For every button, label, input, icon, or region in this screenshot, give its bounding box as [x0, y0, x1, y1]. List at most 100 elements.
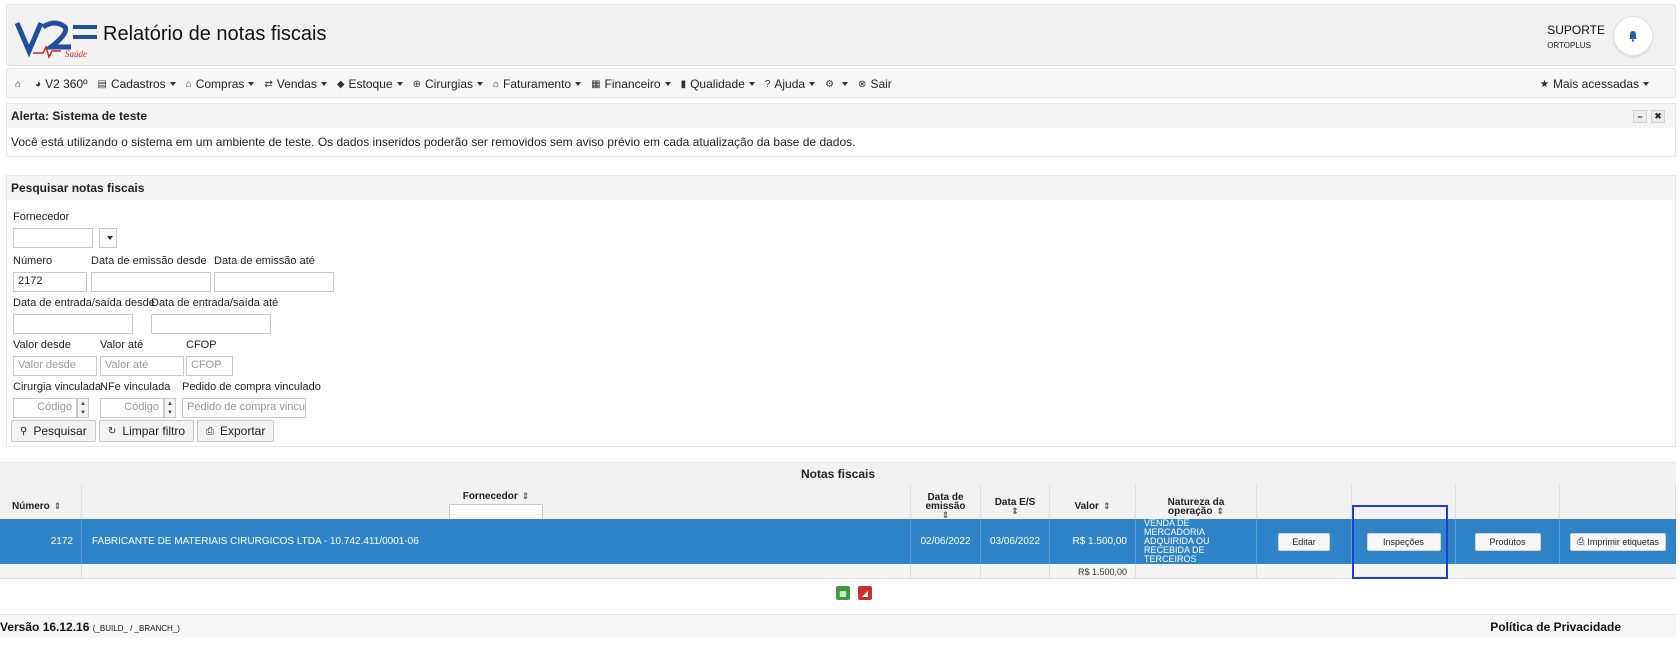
nav-label: Cirurgias — [424, 77, 473, 91]
alert-message: Você está utilizando o sistema em um amb… — [11, 135, 856, 149]
entrada-ate-input[interactable] — [151, 314, 271, 334]
valor-desde-input[interactable]: Valor desde — [13, 356, 97, 376]
question-icon: ? — [764, 78, 771, 90]
nav-settings[interactable]: ⚙ — [825, 79, 849, 90]
notifications-button[interactable] — [1613, 16, 1653, 56]
nfe-stepper[interactable]: ▲ ▼ — [164, 398, 176, 418]
sort-icon: ⇕ — [521, 490, 530, 501]
search-title: Pesquisar notas fiscais — [7, 176, 1675, 200]
nav-home[interactable]: ⌂ — [15, 79, 25, 90]
user-info[interactable]: SUPORTE ORTOPLUS — [1547, 23, 1605, 50]
alert-controls: − ✖ — [1633, 110, 1665, 123]
privacy-policy-link[interactable]: Política de Privacidade — [1490, 620, 1621, 634]
nav-label: Sair — [870, 77, 892, 91]
nav-sair[interactable]: ⊗ Sair — [858, 77, 892, 91]
print-labels-button[interactable]: ⎙ Imprimir etiquetas — [1570, 532, 1666, 551]
cell-data-es: 03/06/2022 — [981, 519, 1050, 564]
clear-filter-label: Limpar filtro — [122, 424, 186, 438]
nav-cadastros[interactable]: ▤ Cadastros — [98, 77, 176, 91]
excel-icon[interactable]: ▦ — [836, 586, 850, 600]
cirurgia-stepper[interactable]: ▲ ▼ — [77, 398, 89, 418]
cell-numero: 2172 — [0, 519, 82, 564]
cirurgia-input[interactable]: Código — [13, 398, 77, 418]
main-navbar: ⌂ ◕ V2 360º ▤ Cadastros ⌂ Compras ⇄ Vendas ◆… — [6, 68, 1676, 98]
nav-vendas[interactable]: ⇄ Vendas — [264, 77, 327, 91]
cell-valor: R$ 1.500,00 — [1050, 519, 1136, 564]
export-button[interactable]: ⎙ Exportar — [197, 420, 275, 442]
edit-button[interactable]: Editar — [1278, 532, 1330, 551]
pedido-label: Pedido de compra vinculado — [182, 381, 321, 393]
version-info: Versão 16.12.16 (_BUILD_ / _BRANCH_) — [0, 620, 180, 634]
fornecedor-label: Fornecedor — [13, 211, 70, 223]
nav-label: Ajuda — [774, 77, 806, 91]
refresh-icon: ↻ — [108, 425, 117, 437]
entrada-ate-label: Data de entrada/saída até — [151, 297, 279, 309]
numero-label: Número — [13, 255, 53, 267]
caret-down-icon: ▼ — [80, 409, 86, 416]
nav-v2-360[interactable]: ◕ V2 360º — [35, 77, 87, 91]
pdf-icon[interactable]: ◢ — [858, 586, 872, 600]
nav-faturamento[interactable]: ⌂ Faturamento — [493, 77, 582, 91]
caret-down-icon — [575, 82, 582, 86]
nav-compras[interactable]: ⌂ Compras — [186, 77, 255, 91]
caret-down-icon — [664, 82, 671, 86]
cell-natureza: VENDA DE MERCADORIA ADQUIRIDA OU RECEBID… — [1136, 519, 1257, 564]
caret-up-icon: ▲ — [80, 400, 86, 407]
pie-chart-icon: ◕ — [35, 78, 42, 90]
minimize-icon[interactable]: − — [1633, 110, 1647, 123]
alert-title: Alerta: Sistema de teste — [7, 104, 1675, 128]
nav-label: Cadastros — [110, 77, 166, 91]
page-title: Relatório de notas fiscais — [103, 23, 327, 45]
emissao-ate-input[interactable] — [214, 272, 334, 292]
most-accessed-menu[interactable]: ★ Mais acessadas — [1540, 69, 1649, 99]
valor-ate-input[interactable]: Valor até — [100, 356, 184, 376]
cell-data-emissao: 02/06/2022 — [911, 519, 981, 564]
most-accessed-label: Mais acessadas — [1552, 77, 1639, 91]
cfop-input[interactable]: CFOP — [186, 356, 233, 376]
nav-label: Vendas — [276, 77, 317, 91]
exchange-icon: ⇄ — [264, 78, 273, 90]
build-info: (_BUILD_ / _BRANCH_) — [92, 624, 180, 633]
nfe-input[interactable]: Código — [100, 398, 164, 418]
fornecedor-dropdown-button[interactable] — [99, 228, 117, 248]
print-labels-label: Imprimir etiquetas — [1587, 536, 1659, 547]
nav-menu: ⌂ ◕ V2 360º ▤ Cadastros ⌂ Compras ⇄ Vendas ◆… — [15, 69, 902, 99]
user-name: SUPORTE — [1547, 23, 1605, 37]
nav-label: V2 360º — [45, 77, 88, 91]
search-button[interactable]: ⚲ Pesquisar — [11, 420, 96, 442]
col-natureza-label-2: operação — [1167, 505, 1213, 517]
cirurgia-label: Cirurgia vinculada — [13, 381, 102, 393]
caret-up-icon: ▲ — [167, 400, 173, 407]
home-icon: ⌂ — [15, 78, 22, 90]
clear-filter-button[interactable]: ↻ Limpar filtro — [99, 420, 195, 442]
entrada-desde-input[interactable] — [13, 314, 133, 334]
highlight-box — [1352, 505, 1448, 579]
emissao-desde-input[interactable] — [91, 272, 211, 292]
cfop-label: CFOP — [186, 339, 217, 351]
nfe-label: NFe vinculada — [100, 381, 171, 393]
nav-ajuda[interactable]: ? Ajuda — [764, 77, 816, 91]
company-logo[interactable]: Saúde — [14, 17, 99, 60]
nav-qualidade[interactable]: ▮ Qualidade — [681, 77, 755, 91]
fornecedor-select[interactable] — [13, 228, 93, 248]
nav-estoque[interactable]: ◆ Estoque — [337, 77, 403, 91]
user-company: ORTOPLUS — [1547, 41, 1591, 50]
nav-financeiro[interactable]: ▦ Financeiro — [591, 77, 671, 91]
caret-down-icon — [107, 236, 113, 240]
valor-desde-label: Valor desde — [13, 339, 71, 351]
caret-down-icon — [248, 82, 255, 86]
logo-graphic: Saúde — [14, 20, 97, 60]
page-footer: Versão 16.12.16 (_BUILD_ / _BRANCH_) Pol… — [0, 614, 1676, 638]
export-button-label: Exportar — [220, 424, 266, 438]
nav-label: Financeiro — [604, 77, 661, 91]
numero-input[interactable]: 2172 — [13, 272, 87, 292]
close-icon[interactable]: ✖ — [1651, 110, 1665, 123]
emissao-ate-label: Data de emissão até — [214, 255, 315, 267]
nav-label: Compras — [195, 77, 245, 91]
pedido-input[interactable]: Pedido de compra vinculado — [182, 398, 306, 418]
products-button[interactable]: Produtos — [1474, 532, 1541, 551]
cell-produtos: Produtos — [1456, 519, 1560, 564]
caret-down-icon — [748, 82, 755, 86]
nav-cirurgias[interactable]: ⊕ Cirurgias — [413, 77, 483, 91]
bank-icon: ⌂ — [185, 78, 192, 90]
